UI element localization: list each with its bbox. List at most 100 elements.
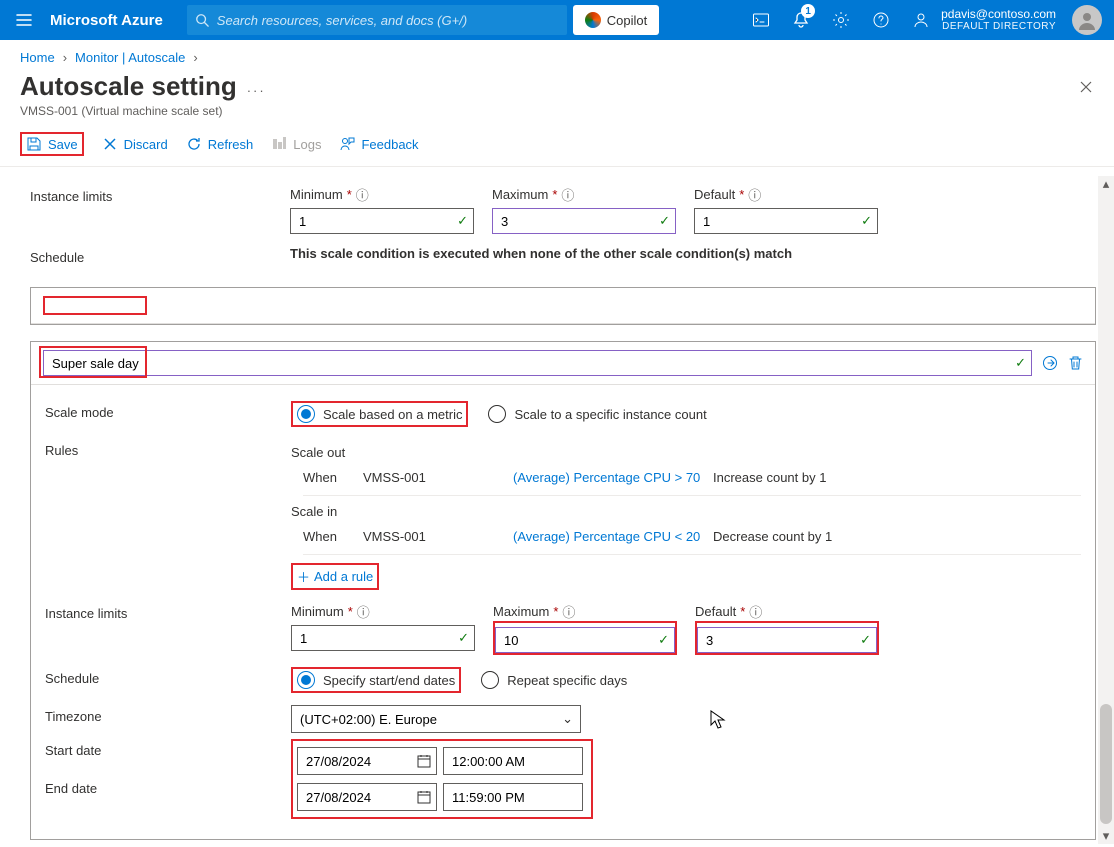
rules-label: Rules bbox=[45, 439, 291, 458]
chevron-right-icon: › bbox=[193, 50, 197, 65]
command-bar: Save Discard Refresh Logs Feedback bbox=[0, 126, 1114, 167]
feedback-icon[interactable] bbox=[901, 0, 941, 40]
user-block[interactable]: pdavis@contoso.com DEFAULT DIRECTORY bbox=[941, 7, 1064, 33]
copilot-icon bbox=[585, 12, 601, 28]
copilot-label: Copilot bbox=[607, 13, 647, 28]
main-content: Instance limits Minimum * ⓘ ✓ Maximum * … bbox=[0, 167, 1114, 847]
close-icon[interactable] bbox=[1078, 79, 1094, 95]
save-button[interactable]: Save bbox=[26, 136, 78, 152]
maximum-input[interactable] bbox=[495, 627, 675, 653]
checkmark-icon: ✓ bbox=[1015, 355, 1026, 371]
save-icon bbox=[26, 136, 42, 152]
page-title: Autoscale setting bbox=[20, 71, 237, 102]
scroll-down-icon[interactable]: ▾ bbox=[1103, 828, 1110, 844]
feedback-button[interactable]: Feedback bbox=[339, 136, 418, 152]
breadcrumb-monitor[interactable]: Monitor | Autoscale bbox=[75, 50, 185, 65]
schedule-message: This scale condition is executed when no… bbox=[290, 246, 1096, 261]
scale-out-label: Scale out bbox=[291, 445, 1081, 460]
scrollbar[interactable]: ▴ ▾ bbox=[1098, 176, 1114, 844]
radio-repeat-days[interactable]: Repeat specific days bbox=[481, 671, 627, 689]
radio-start-end-dates[interactable]: Specify start/end dates bbox=[297, 671, 455, 689]
schedule-label: Schedule bbox=[45, 667, 291, 686]
refresh-icon bbox=[186, 136, 202, 152]
discard-icon bbox=[102, 136, 118, 152]
timezone-select[interactable]: (UTC+02:00) E. Europe ⌄ bbox=[291, 705, 581, 733]
condition-name-input[interactable] bbox=[43, 350, 1032, 376]
user-directory: DEFAULT DIRECTORY bbox=[941, 21, 1056, 33]
end-date-label: End date bbox=[45, 781, 97, 796]
start-date-input[interactable] bbox=[297, 747, 437, 775]
delete-icon[interactable] bbox=[1068, 355, 1083, 371]
page-subtitle: VMSS-001 (Virtual machine scale set) bbox=[0, 102, 1114, 126]
more-icon[interactable]: ··· bbox=[247, 83, 266, 98]
hamburger-menu-icon[interactable] bbox=[4, 0, 44, 40]
add-rule-link[interactable]: ＋ Add a rule bbox=[297, 567, 373, 586]
condition-name-field: ✓ bbox=[43, 350, 1032, 376]
scale-condition-card: ✓ Scale mode Scale based on a metric bbox=[30, 341, 1096, 840]
scrollbar-thumb[interactable] bbox=[1100, 704, 1112, 824]
logs-icon bbox=[271, 136, 287, 152]
scroll-up-icon[interactable]: ▴ bbox=[1103, 176, 1110, 192]
global-header: Microsoft Azure Copilot 1 pdavis@contoso… bbox=[0, 0, 1114, 40]
cloud-shell-icon[interactable] bbox=[741, 0, 781, 40]
notifications-icon[interactable]: 1 bbox=[781, 0, 821, 40]
global-search-input[interactable] bbox=[217, 13, 559, 28]
info-icon[interactable]: ⓘ bbox=[562, 602, 575, 621]
scale-in-label: Scale in bbox=[291, 504, 1081, 519]
settings-icon[interactable] bbox=[821, 0, 861, 40]
info-icon[interactable]: ⓘ bbox=[357, 602, 370, 621]
rule-condition-link[interactable]: (Average) Percentage CPU < 20 bbox=[513, 529, 713, 544]
info-icon[interactable]: ⓘ bbox=[561, 185, 574, 204]
scale-condition-card bbox=[30, 287, 1096, 325]
checkmark-icon: ✓ bbox=[861, 213, 872, 229]
start-time-input[interactable] bbox=[443, 747, 583, 775]
info-icon[interactable]: ⓘ bbox=[356, 185, 369, 204]
info-icon[interactable]: ⓘ bbox=[749, 602, 762, 621]
refresh-button[interactable]: Refresh bbox=[186, 136, 254, 152]
start-date-label: Start date bbox=[45, 743, 101, 758]
search-icon bbox=[195, 13, 209, 27]
user-email: pdavis@contoso.com bbox=[941, 7, 1056, 21]
radio-scale-count[interactable]: Scale to a specific instance count bbox=[488, 405, 706, 423]
global-search[interactable] bbox=[187, 5, 567, 35]
minimum-input[interactable] bbox=[290, 208, 474, 234]
minimum-input[interactable] bbox=[291, 625, 475, 651]
logs-button: Logs bbox=[271, 136, 321, 152]
calendar-icon[interactable] bbox=[417, 790, 431, 804]
maximum-field: Maximum * ⓘ ✓ bbox=[492, 185, 676, 234]
default-input[interactable] bbox=[694, 208, 878, 234]
breadcrumb-home[interactable]: Home bbox=[20, 50, 55, 65]
notification-badge: 1 bbox=[801, 4, 815, 18]
breadcrumb: Home › Monitor | Autoscale › bbox=[0, 40, 1114, 65]
checkmark-icon: ✓ bbox=[659, 213, 670, 229]
plus-icon: ＋ bbox=[297, 567, 310, 586]
schedule-label: Schedule bbox=[30, 246, 290, 265]
open-external-icon[interactable] bbox=[1042, 355, 1058, 371]
maximum-input[interactable] bbox=[492, 208, 676, 234]
scale-in-rule: When VMSS-001 (Average) Percentage CPU <… bbox=[303, 523, 1081, 555]
calendar-icon[interactable] bbox=[417, 754, 431, 768]
top-icon-bar: 1 bbox=[741, 0, 941, 40]
help-icon[interactable] bbox=[861, 0, 901, 40]
brand-label[interactable]: Microsoft Azure bbox=[50, 12, 163, 29]
scale-out-rule: When VMSS-001 (Average) Percentage CPU >… bbox=[303, 464, 1081, 496]
checkmark-icon: ✓ bbox=[658, 632, 669, 648]
radio-scale-metric[interactable]: Scale based on a metric bbox=[297, 405, 462, 423]
timezone-label: Timezone bbox=[45, 705, 291, 724]
minimum-field: Minimum * ⓘ ✓ bbox=[290, 185, 474, 234]
scale-mode-label: Scale mode bbox=[45, 401, 291, 420]
user-avatar[interactable] bbox=[1072, 5, 1102, 35]
end-date-input[interactable] bbox=[297, 783, 437, 811]
chevron-right-icon: › bbox=[63, 50, 67, 65]
checkmark-icon: ✓ bbox=[458, 630, 469, 646]
end-time-input[interactable] bbox=[443, 783, 583, 811]
person-feedback-icon bbox=[339, 136, 355, 152]
instance-limits-label: Instance limits bbox=[30, 185, 290, 204]
discard-button[interactable]: Discard bbox=[102, 136, 168, 152]
checkmark-icon: ✓ bbox=[860, 632, 871, 648]
default-input[interactable] bbox=[697, 627, 877, 653]
info-icon[interactable]: ⓘ bbox=[748, 185, 761, 204]
rule-condition-link[interactable]: (Average) Percentage CPU > 70 bbox=[513, 470, 713, 485]
copilot-button[interactable]: Copilot bbox=[573, 5, 659, 35]
default-field: Default * ⓘ ✓ bbox=[694, 185, 878, 234]
